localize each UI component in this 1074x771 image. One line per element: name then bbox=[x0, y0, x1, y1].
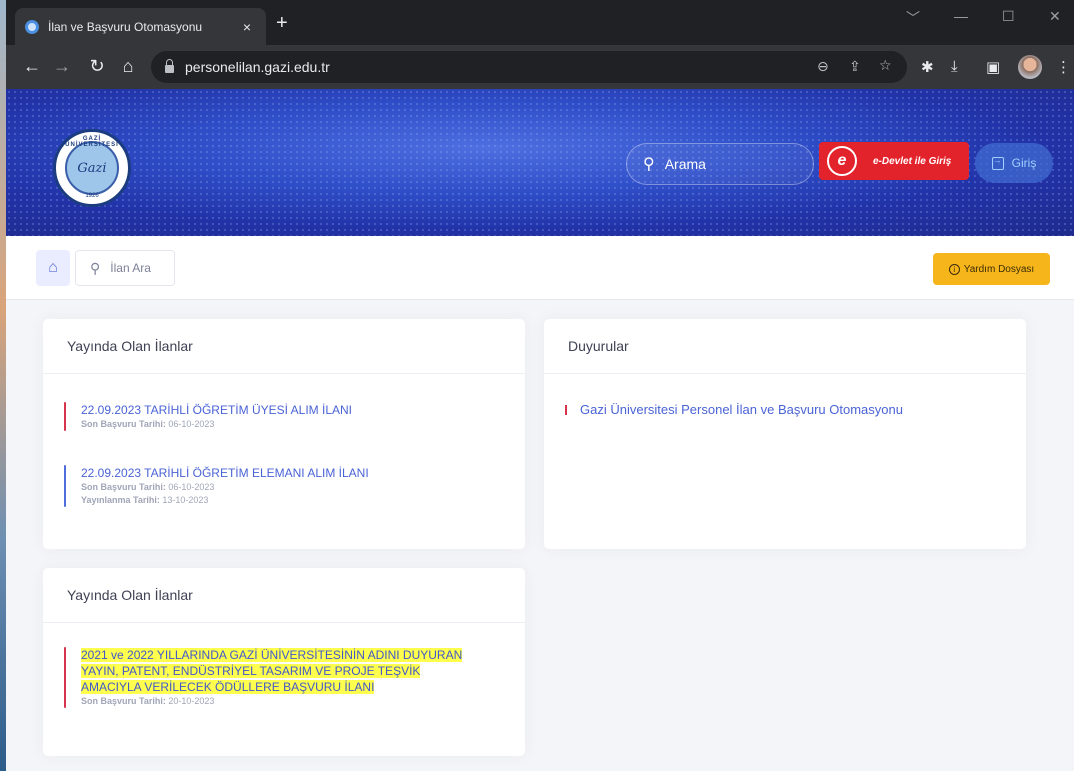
share-icon[interactable]: ⇪ bbox=[849, 58, 861, 75]
logo-sign-text: Gazi bbox=[77, 160, 107, 176]
house-icon: ⌂ bbox=[48, 259, 58, 276]
listing-deadline: Son Başvuru Tarihi: 06-10-2023 bbox=[81, 481, 525, 494]
reload-icon[interactable]: ↻ bbox=[83, 56, 111, 77]
listing-search-label: İlan Ara bbox=[110, 261, 151, 275]
listing-marker bbox=[64, 465, 66, 507]
login-label: Giriş bbox=[1011, 156, 1037, 170]
listing-deadline: Son Başvuru Tarihi: 06-10-2023 bbox=[81, 418, 525, 431]
deadline-label: Son Başvuru Tarihi: bbox=[81, 419, 166, 429]
listing-deadline: Son Başvuru Tarihi: 20-10-2023 bbox=[81, 695, 525, 708]
close-window-button[interactable]: ✕ bbox=[1049, 8, 1061, 25]
title-line: 2021 ve 2022 YILLARINDA GAZİ ÜNİVERSİTES… bbox=[81, 648, 463, 662]
tab-title: İlan ve Başvuru Otomasyonu bbox=[48, 19, 203, 34]
listing-marker bbox=[64, 402, 66, 431]
download-icon[interactable]: ⤓ bbox=[951, 58, 958, 75]
logo-year: 1926 bbox=[85, 193, 99, 199]
listing-item[interactable]: 2021 ve 2022 YILLARINDA GAZİ ÜNİVERSİTES… bbox=[64, 647, 525, 708]
search-placeholder: Arama bbox=[664, 156, 706, 172]
deadline-value: 20-10-2023 bbox=[168, 696, 215, 706]
deadline-label: Son Başvuru Tarihi: bbox=[81, 696, 166, 706]
home-button[interactable]: ⌂ bbox=[36, 250, 70, 286]
listing-marker bbox=[64, 647, 66, 708]
announcements-card: Duyurular Gazi Üniversitesi Personel İla… bbox=[544, 319, 1026, 549]
back-arrow-icon[interactable]: ← bbox=[18, 56, 46, 77]
info-icon: i bbox=[948, 263, 960, 275]
lock-icon[interactable] bbox=[165, 59, 174, 73]
logo-signature: Gazi bbox=[65, 141, 119, 195]
zoom-icon[interactable]: ⊖ bbox=[817, 58, 829, 75]
title-line: AMACIYLA VERİLECEK ÖDÜLLERE BAŞVURU İLAN… bbox=[81, 680, 375, 694]
site-favicon-icon bbox=[25, 19, 39, 34]
deadline-value: 06-10-2023 bbox=[168, 419, 215, 429]
listing-search-button[interactable]: ⚲ İlan Ara bbox=[75, 250, 175, 286]
extensions-icon[interactable]: ✱ bbox=[921, 58, 934, 76]
announcement-item[interactable]: Gazi Üniversitesi Personel İlan ve Başvu… bbox=[565, 402, 1026, 417]
active-listings-card-2: Yayında Olan İlanlar 2021 ve 2022 YILLAR… bbox=[43, 568, 525, 756]
forward-arrow-icon[interactable]: → bbox=[48, 56, 76, 77]
announcement-link[interactable]: Gazi Üniversitesi Personel İlan ve Başvu… bbox=[580, 402, 903, 417]
announcement-marker bbox=[565, 404, 567, 415]
site-header: GAZİ ÜNİVERSİTESİ Gazi 1926 ⚲ Arama e e-… bbox=[6, 89, 1074, 236]
listing-title-link[interactable]: 22.09.2023 TARİHLİ ÖĞRETİM ELEMANI ALIM … bbox=[81, 465, 525, 481]
title-line: YAYIN, PATENT, ENDÜSTRİYEL TASARIM VE PR… bbox=[81, 664, 421, 678]
card-title: Duyurular bbox=[544, 319, 1026, 374]
search-icon: ⚲ bbox=[643, 156, 655, 173]
help-file-label: Yardım Dosyası bbox=[963, 263, 1035, 275]
edevlet-login-button[interactable]: e e-Devlet ile Giriş bbox=[819, 142, 969, 180]
logo-ring-text: GAZİ ÜNİVERSİTESİ bbox=[65, 136, 119, 148]
address-bar[interactable]: personelilan.gazi.edu.tr ⊖ ⇪ ☆ bbox=[151, 51, 907, 83]
tab-search-icon[interactable]: ﹀ bbox=[906, 8, 920, 28]
profile-avatar[interactable] bbox=[1018, 55, 1042, 79]
browser-toolbar: ← → ↻ ⌂ personelilan.gazi.edu.tr ⊖ ⇪ ☆ ✱… bbox=[6, 45, 1074, 89]
search-icon: ⚲ bbox=[90, 259, 101, 276]
publish-label: Yayınlanma Tarihi: bbox=[81, 495, 160, 505]
edevlet-logo-icon: e bbox=[827, 146, 857, 176]
deadline-label: Son Başvuru Tarihi: bbox=[81, 482, 166, 492]
browser-tab[interactable]: İlan ve Başvuru Otomasyonu × bbox=[15, 8, 266, 45]
edevlet-label: e-Devlet ile Giriş bbox=[873, 155, 952, 167]
browser-window: İlan ve Başvuru Otomasyonu × + ﹀ — ☐ ✕ ←… bbox=[6, 0, 1074, 771]
url-text: personelilan.gazi.edu.tr bbox=[185, 59, 330, 75]
publish-value: 13-10-2023 bbox=[162, 495, 209, 505]
card-title: Yayında Olan İlanlar bbox=[43, 568, 525, 623]
maximize-button[interactable]: ☐ bbox=[1002, 8, 1015, 25]
new-tab-button[interactable]: + bbox=[276, 13, 288, 33]
minimize-button[interactable]: — bbox=[954, 8, 968, 24]
university-logo[interactable]: GAZİ ÜNİVERSİTESİ Gazi 1926 bbox=[53, 129, 131, 207]
card-title: Yayında Olan İlanlar bbox=[43, 319, 525, 374]
home-icon[interactable]: ⌂ bbox=[114, 56, 142, 77]
listing-title-link[interactable]: 2021 ve 2022 YILLARINDA GAZİ ÜNİVERSİTES… bbox=[81, 647, 525, 695]
listing-publish-date: Yayınlanma Tarihi: 13-10-2023 bbox=[81, 494, 525, 507]
deadline-value: 06-10-2023 bbox=[168, 482, 215, 492]
tab-strip: İlan ve Başvuru Otomasyonu × + ﹀ — ☐ ✕ bbox=[6, 0, 1074, 45]
active-listings-card: Yayında Olan İlanlar 22.09.2023 TARİHLİ … bbox=[43, 319, 525, 549]
listing-item[interactable]: 22.09.2023 TARİHLİ ÖĞRETİM ÜYESİ ALIM İL… bbox=[64, 402, 525, 431]
side-panel-icon[interactable]: ▣ bbox=[986, 58, 1000, 76]
close-tab-icon[interactable]: × bbox=[238, 19, 256, 35]
listing-title-link[interactable]: 22.09.2023 TARİHLİ ÖĞRETİM ÜYESİ ALIM İL… bbox=[81, 402, 525, 418]
login-icon bbox=[991, 155, 1004, 170]
listing-item[interactable]: 22.09.2023 TARİHLİ ÖĞRETİM ELEMANI ALIM … bbox=[64, 465, 525, 507]
login-button[interactable]: Giriş bbox=[975, 143, 1053, 183]
sub-navigation-bar: ⌂ ⚲ İlan Ara i Yardım Dosyası bbox=[6, 236, 1074, 300]
help-file-button[interactable]: i Yardım Dosyası bbox=[933, 253, 1050, 285]
header-search-input[interactable]: ⚲ Arama bbox=[626, 143, 814, 185]
menu-kebab-icon[interactable]: ⋮ bbox=[1056, 58, 1071, 76]
bookmark-star-icon[interactable]: ☆ bbox=[879, 57, 892, 74]
